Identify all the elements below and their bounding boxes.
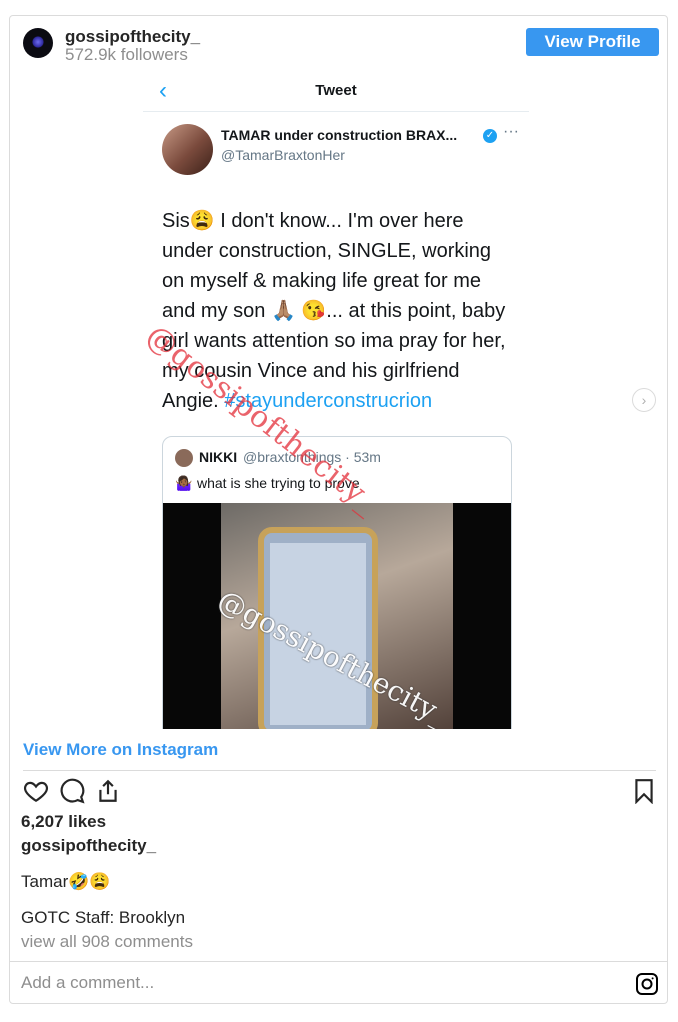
shrug-emoji-icon: 🤷🏾‍♀️ bbox=[175, 475, 193, 491]
follower-count: 572.9k followers bbox=[65, 45, 188, 64]
post-media[interactable]: ‹ Tweet TAMAR under construction BRAX...… bbox=[143, 73, 529, 729]
quoted-author-avatar bbox=[175, 449, 193, 467]
tweet-nav-title: Tweet bbox=[315, 82, 357, 99]
tweet-text-line: under construction, SINGLE, working bbox=[162, 240, 492, 262]
view-profile-button[interactable]: View Profile bbox=[526, 28, 659, 56]
comment-input[interactable] bbox=[21, 968, 621, 998]
verified-badge-icon: ✓ bbox=[483, 129, 497, 143]
heart-icon[interactable] bbox=[23, 778, 49, 804]
tweet-text-line: girl wants attention so ima pray for her… bbox=[162, 330, 506, 352]
share-icon[interactable] bbox=[95, 778, 121, 804]
tweet-nav-bar: ‹ Tweet bbox=[143, 73, 529, 112]
tweet-text-line: and my son 🙏🏽 😘... at this point, baby bbox=[162, 300, 506, 322]
carousel-dots bbox=[331, 721, 347, 729]
tweet-author-name: TAMAR under construction BRAX... bbox=[221, 127, 458, 143]
post-caption: Tamar🤣😩 bbox=[21, 872, 111, 891]
next-chevron-icon[interactable]: › bbox=[632, 388, 656, 412]
post-staff-credit: GOTC Staff: Brooklyn bbox=[21, 908, 186, 927]
instagram-embed-card: gossipofthecity_ 572.9k followers View P… bbox=[9, 15, 668, 1004]
tweet-author-handle: @TamarBraxtonHer bbox=[221, 147, 345, 163]
more-options-icon: ··· bbox=[503, 123, 519, 140]
action-bar bbox=[23, 778, 657, 808]
quoted-video bbox=[163, 503, 511, 729]
profile-avatar[interactable] bbox=[23, 28, 53, 58]
quoted-author-name: NIKKI bbox=[199, 449, 238, 465]
bookmark-icon[interactable] bbox=[631, 778, 657, 804]
like-count[interactable]: 6,207 likes bbox=[21, 812, 106, 832]
view-comments-link[interactable]: view all 908 comments bbox=[21, 932, 193, 952]
view-more-link[interactable]: View More on Instagram bbox=[23, 740, 218, 760]
divider bbox=[10, 961, 667, 962]
tweet-text-line: on myself & making life great for me bbox=[162, 270, 482, 292]
divider bbox=[23, 770, 656, 771]
tweet-author-avatar bbox=[162, 124, 213, 175]
tweet-text-line: Sis😩 I don't know... I'm over here bbox=[162, 210, 464, 232]
comment-icon[interactable] bbox=[59, 778, 85, 804]
instagram-icon[interactable] bbox=[635, 972, 659, 996]
post-header: gossipofthecity_ 572.9k followers View P… bbox=[10, 16, 667, 74]
post-username[interactable]: gossipofthecity_ bbox=[21, 836, 156, 856]
profile-username[interactable]: gossipofthecity_ bbox=[65, 27, 200, 47]
